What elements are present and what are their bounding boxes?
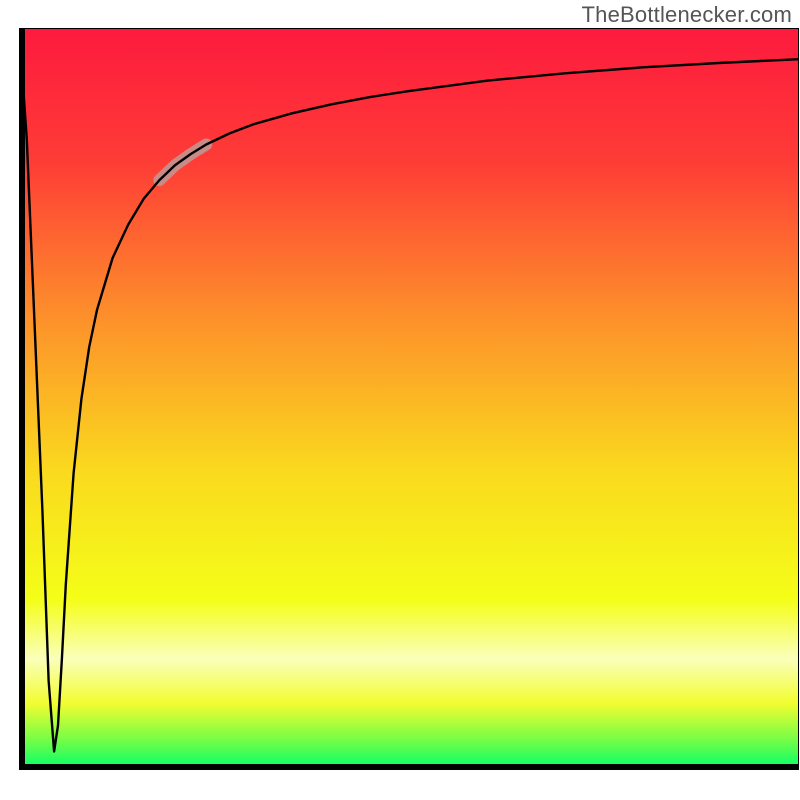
watermark-text: TheBottlenecker.com [582,2,792,28]
bottleneck-chart [0,0,800,800]
chart-container: TheBottlenecker.com [0,0,800,800]
plot-background [19,28,799,770]
